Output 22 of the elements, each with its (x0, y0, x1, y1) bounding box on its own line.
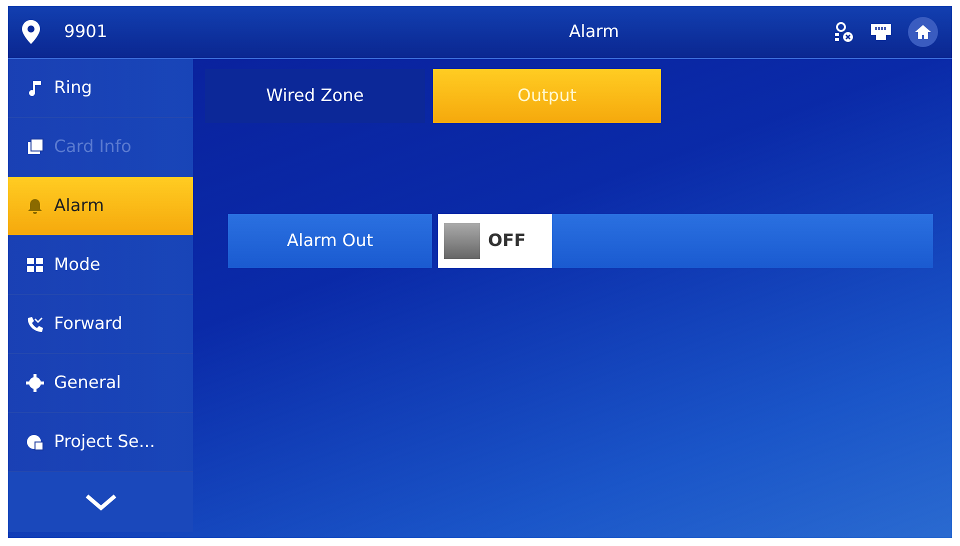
room-number: 9901 (64, 22, 108, 42)
sidebar-item[interactable]: Alarm (8, 177, 193, 236)
setting-label: Alarm Out (228, 214, 432, 268)
page-title: Alarm (568, 22, 620, 42)
sidebar-item[interactable]: Ring (8, 59, 193, 118)
chevron-down-icon (84, 493, 118, 511)
sidebar-item[interactable]: Forward (8, 295, 193, 354)
tab[interactable]: Wired Zone (205, 69, 425, 123)
sidebar-item[interactable]: General (8, 354, 193, 413)
home-icon (914, 24, 932, 40)
device-status-icon (834, 22, 854, 42)
toggle-switch[interactable]: OFF (438, 214, 552, 268)
music-note-icon (26, 79, 44, 97)
card-icon (26, 138, 44, 156)
phone-icon (26, 315, 44, 333)
location-pin-icon (22, 20, 40, 44)
sidebar-item[interactable]: Mode (8, 236, 193, 295)
sidebar-item[interactable]: Project Se... (8, 413, 193, 472)
network-port-icon (870, 23, 892, 41)
home-button[interactable] (908, 17, 938, 47)
bell-icon (26, 197, 44, 215)
grid-icon (26, 256, 44, 274)
